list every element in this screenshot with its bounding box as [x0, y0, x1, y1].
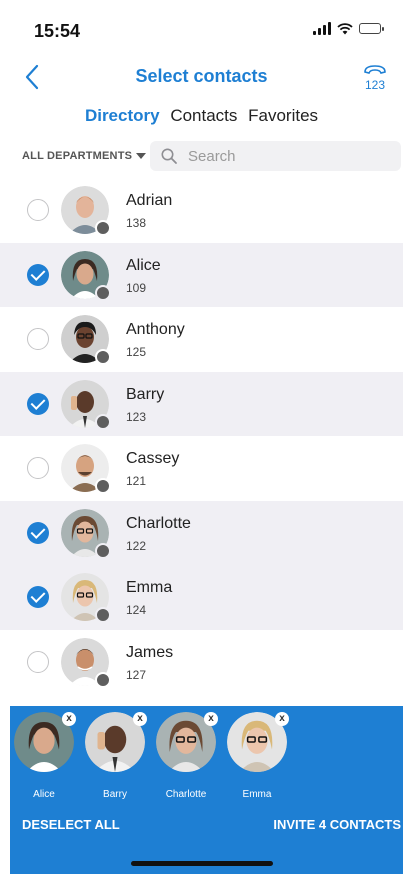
- avatar: [61, 250, 111, 301]
- avatar: [61, 186, 111, 237]
- contact-name: Anthony: [126, 321, 185, 338]
- presence-dot: [95, 284, 111, 301]
- select-radio[interactable]: [27, 521, 49, 544]
- selection-panel: x Alice x Barry x Charlotte x Emma DESEL…: [10, 706, 403, 874]
- chip-label: Barry: [103, 789, 127, 800]
- contact-row-cassey[interactable]: Cassey 121: [0, 436, 403, 501]
- caret-down-icon: [136, 153, 147, 159]
- contact-name: Alice: [126, 256, 161, 274]
- select-radio[interactable]: [27, 392, 49, 415]
- presence-dot: [95, 542, 111, 559]
- contact-extension: 109: [126, 280, 147, 295]
- select-radio[interactable]: [27, 199, 49, 222]
- avatar: [61, 573, 111, 624]
- contact-row-adrian[interactable]: Adrian 138: [0, 178, 403, 243]
- contact-extension: 122: [126, 538, 147, 553]
- selected-chip-barry: x Barry: [85, 712, 147, 800]
- department-dropdown[interactable]: ALL DEPARTMENTS: [22, 150, 147, 162]
- contact-list: Adrian 138 Alice 109 Anthony 125 Barry 1…: [0, 178, 403, 706]
- contact-name: Adrian: [126, 192, 173, 209]
- contact-row-james[interactable]: James 127: [0, 630, 403, 695]
- contact-row-emma[interactable]: Emma 124: [0, 565, 403, 630]
- selected-chip-emma: x Emma: [227, 712, 289, 800]
- battery-icon: [359, 23, 384, 34]
- contact-extension: 127: [126, 667, 147, 682]
- remove-chip-icon[interactable]: x: [275, 712, 289, 726]
- contact-extension: 124: [126, 603, 147, 617]
- avatar: [61, 315, 111, 366]
- chip-label: Emma: [242, 789, 272, 800]
- filter-row: ALL DEPARTMENTS: [0, 141, 403, 173]
- contact-extension: 123: [126, 409, 147, 424]
- select-radio[interactable]: [27, 328, 49, 351]
- search-input[interactable]: [186, 146, 380, 166]
- avatar: [61, 508, 111, 559]
- dialpad-icon[interactable]: 123: [357, 60, 393, 94]
- select-radio[interactable]: [27, 650, 49, 673]
- select-radio[interactable]: [27, 457, 49, 480]
- contact-row-charlotte[interactable]: Charlotte 122: [0, 500, 403, 565]
- avatar: [61, 379, 111, 430]
- tab-favorites[interactable]: Favorites: [248, 106, 318, 126]
- avatar: [61, 444, 111, 495]
- presence-dot: [95, 413, 111, 430]
- department-label: ALL DEPARTMENTS: [22, 150, 133, 162]
- search-box: [150, 141, 401, 171]
- tab-directory[interactable]: Directory: [85, 106, 160, 126]
- chip-label: Alice: [33, 789, 55, 800]
- contact-extension: 125: [126, 345, 147, 359]
- nav-bar: Select contacts 123: [0, 58, 403, 98]
- chip-label: Charlotte: [165, 789, 207, 800]
- presence-dot: [95, 671, 111, 688]
- selected-chip-alice: x Alice: [14, 712, 76, 800]
- status-bar: 15:54: [0, 0, 403, 58]
- remove-chip-icon[interactable]: x: [204, 712, 218, 726]
- invite-contacts-button[interactable]: INVITE 4 CONTACTS: [273, 817, 401, 832]
- presence-dot: [95, 349, 111, 366]
- select-radio[interactable]: [27, 263, 49, 286]
- deselect-all-button[interactable]: DESELECT ALL: [22, 817, 120, 832]
- presence-dot: [95, 220, 111, 237]
- contact-name: James: [126, 643, 174, 661]
- contact-name: Barry: [126, 385, 165, 403]
- contact-name: Emma: [126, 579, 173, 596]
- select-radio[interactable]: [27, 586, 49, 609]
- avatar: [61, 637, 111, 688]
- search-icon: [161, 148, 177, 164]
- contact-row-alice[interactable]: Alice 109: [0, 242, 403, 307]
- page-title: Select contacts: [135, 66, 268, 86]
- contact-extension: 138: [126, 216, 147, 230]
- presence-dot: [95, 607, 111, 624]
- contact-name: Charlotte: [126, 514, 191, 532]
- remove-chip-icon[interactable]: x: [62, 712, 76, 726]
- selected-chip-charlotte: x Charlotte: [156, 712, 218, 800]
- contact-row-anthony[interactable]: Anthony 125: [0, 307, 403, 372]
- selected-chips: x Alice x Barry x Charlotte x Emma: [14, 712, 289, 800]
- status-icons: [313, 22, 384, 35]
- contact-name: Cassey: [126, 450, 180, 467]
- remove-chip-icon[interactable]: x: [133, 712, 147, 726]
- tab-contacts[interactable]: Contacts: [170, 106, 237, 126]
- status-time: 15:54: [34, 21, 81, 41]
- svg-text:123: 123: [365, 78, 385, 92]
- signal-icon: [313, 22, 331, 35]
- home-indicator: [131, 861, 273, 866]
- presence-dot: [95, 478, 111, 495]
- contact-extension: 121: [126, 474, 147, 488]
- contact-row-barry[interactable]: Barry 123: [0, 371, 403, 436]
- wifi-icon: [337, 22, 353, 34]
- segment-tabs: Directory Contacts Favorites: [0, 106, 403, 126]
